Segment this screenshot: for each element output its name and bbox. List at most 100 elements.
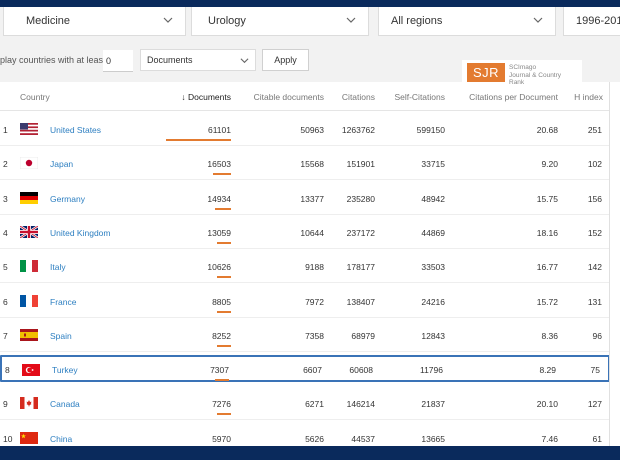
table-row[interactable]: 7 Spain 8252 7358 68979 12843 8.36 96 xyxy=(0,318,610,352)
table-row[interactable]: 2 Japan 16503 15568 151901 33715 9.20 102 xyxy=(0,146,610,181)
sjr-logo: SJR xyxy=(467,63,505,82)
documents-cell: 7307 xyxy=(210,365,229,376)
france-flag-icon xyxy=(20,294,38,307)
citations-per-document-cell: 7.46 xyxy=(541,433,558,444)
italy-flag-icon xyxy=(20,260,38,273)
self-citations-cell: 13665 xyxy=(421,433,445,444)
rank-cell: 3 xyxy=(3,193,8,204)
country-link[interactable]: Spain xyxy=(50,331,72,341)
subject-category-dropdown[interactable]: Urology xyxy=(191,6,369,36)
citations-per-document-cell: 18.16 xyxy=(536,227,558,238)
country-link[interactable]: China xyxy=(50,434,72,444)
self-citations-cell: 24216 xyxy=(421,296,445,307)
min-value-input[interactable] xyxy=(103,50,133,72)
country-link[interactable]: Germany xyxy=(50,194,85,204)
column-header-h-index[interactable]: H index xyxy=(574,92,603,102)
column-header-citable-documents[interactable]: Citable documents xyxy=(254,92,324,102)
subject-area-dropdown[interactable]: Medicine xyxy=(3,6,186,36)
self-citations-cell: 11796 xyxy=(419,365,443,376)
column-header-citations[interactable]: Citations xyxy=(342,92,375,102)
documents-bar xyxy=(215,207,231,210)
citations-per-document-cell: 16.77 xyxy=(536,262,558,273)
chevron-down-icon xyxy=(240,58,249,64)
column-header-citations-per-document[interactable]: Citations per Document xyxy=(469,92,558,102)
citations-per-document-cell: 15.75 xyxy=(536,193,558,204)
citable-documents-cell: 5626 xyxy=(305,433,324,444)
self-citations-cell: 44869 xyxy=(421,227,445,238)
documents-bar xyxy=(217,413,231,416)
h-index-cell: 61 xyxy=(592,433,602,444)
citations-cell: 44537 xyxy=(351,433,375,444)
h-index-cell: 96 xyxy=(592,330,602,341)
self-citations-cell: 33715 xyxy=(421,159,445,170)
chevron-down-icon xyxy=(346,17,356,23)
window-frame-top xyxy=(0,0,620,7)
country-link[interactable]: Turkey xyxy=(52,365,78,375)
column-header-country[interactable]: Country xyxy=(20,92,50,102)
table-row[interactable]: 3 Germany 14934 13377 235280 48942 15.75 156 xyxy=(0,181,610,215)
self-citations-cell: 33503 xyxy=(421,262,445,273)
country-link[interactable]: Japan xyxy=(50,159,73,169)
filter-metric-select[interactable]: Documents xyxy=(140,49,256,71)
citations-cell: 146214 xyxy=(346,399,375,410)
country-link[interactable]: United States xyxy=(50,125,101,135)
chevron-down-icon xyxy=(533,17,543,23)
citable-documents-cell: 9188 xyxy=(305,262,324,273)
citable-documents-cell: 6271 xyxy=(305,399,324,410)
rank-cell: 9 xyxy=(3,399,8,410)
sjr-badge[interactable]: SJR SCImago Journal & Country Rank xyxy=(462,60,582,86)
rank-cell: 4 xyxy=(3,227,8,238)
region-dropdown[interactable]: All regions xyxy=(378,6,556,36)
h-index-cell: 102 xyxy=(587,159,602,170)
table-row[interactable]: 8 Turkey 7307 6607 60608 11796 8.29 75 xyxy=(0,355,610,383)
table-row[interactable]: 9 Canada 7276 6271 146214 21837 20.10 127 xyxy=(0,386,610,421)
rank-cell: 7 xyxy=(3,330,8,341)
country-link[interactable]: Canada xyxy=(50,399,80,409)
h-index-cell: 131 xyxy=(587,296,602,307)
table-row[interactable]: 6 France 8805 7972 138407 24216 15.72 131 xyxy=(0,284,610,318)
citations-per-document-cell: 20.68 xyxy=(536,125,558,135)
table-row[interactable]: 5 Italy 10626 9188 178177 33503 16.77 142 xyxy=(0,249,610,284)
self-citations-cell: 12843 xyxy=(421,330,445,341)
spain-flag-icon xyxy=(20,328,38,341)
country-link[interactable]: Italy xyxy=(50,262,66,272)
citable-documents-cell: 15568 xyxy=(300,159,324,170)
column-header-documents[interactable]: ↓ Documents xyxy=(181,92,231,102)
citations-cell: 235280 xyxy=(346,193,375,204)
documents-cell: 14934 xyxy=(207,193,231,204)
citations-per-document-cell: 15.72 xyxy=(536,296,558,307)
citable-documents-cell: 10644 xyxy=(300,227,324,238)
citations-cell: 1263762 xyxy=(341,125,375,135)
documents-bar xyxy=(217,344,231,347)
region-value: All regions xyxy=(391,15,443,27)
rank-cell: 1 xyxy=(3,125,8,135)
citations-per-document-cell: 20.10 xyxy=(536,399,558,410)
uk-flag-icon xyxy=(20,225,38,238)
table-row[interactable]: 1 United States 61101 50963 1263762 599150 20.… xyxy=(0,112,610,146)
country-link[interactable]: France xyxy=(50,297,76,307)
min-filter-label: play countries with at least xyxy=(0,55,106,65)
citations-cell: 151901 xyxy=(346,159,375,170)
years-value: 1996-2016 xyxy=(576,15,620,27)
citations-cell: 178177 xyxy=(346,262,375,273)
rank-cell: 5 xyxy=(3,262,8,273)
rank-cell: 8 xyxy=(5,365,10,376)
apply-button[interactable]: Apply xyxy=(262,49,309,71)
documents-bar xyxy=(166,139,231,141)
column-header-self-citations[interactable]: Self-Citations xyxy=(394,92,445,102)
country-link[interactable]: United Kingdom xyxy=(50,228,110,238)
rank-cell: 2 xyxy=(3,159,8,170)
citations-cell: 68979 xyxy=(351,330,375,341)
table-row[interactable]: 4 United Kingdom 13059 10644 237172 44869 18.1… xyxy=(0,215,610,249)
h-index-cell: 156 xyxy=(587,193,602,204)
h-index-cell: 251 xyxy=(587,125,602,135)
h-index-cell: 152 xyxy=(587,227,602,238)
us-flag-icon xyxy=(20,123,38,135)
citations-cell: 138407 xyxy=(346,296,375,307)
years-dropdown[interactable]: 1996-2016 xyxy=(563,6,620,36)
documents-cell: 10626 xyxy=(207,262,231,273)
self-citations-cell: 21837 xyxy=(421,399,445,410)
sjr-caption-line: SCImago xyxy=(509,64,537,71)
canada-flag-icon xyxy=(20,397,38,410)
germany-flag-icon xyxy=(20,191,38,204)
